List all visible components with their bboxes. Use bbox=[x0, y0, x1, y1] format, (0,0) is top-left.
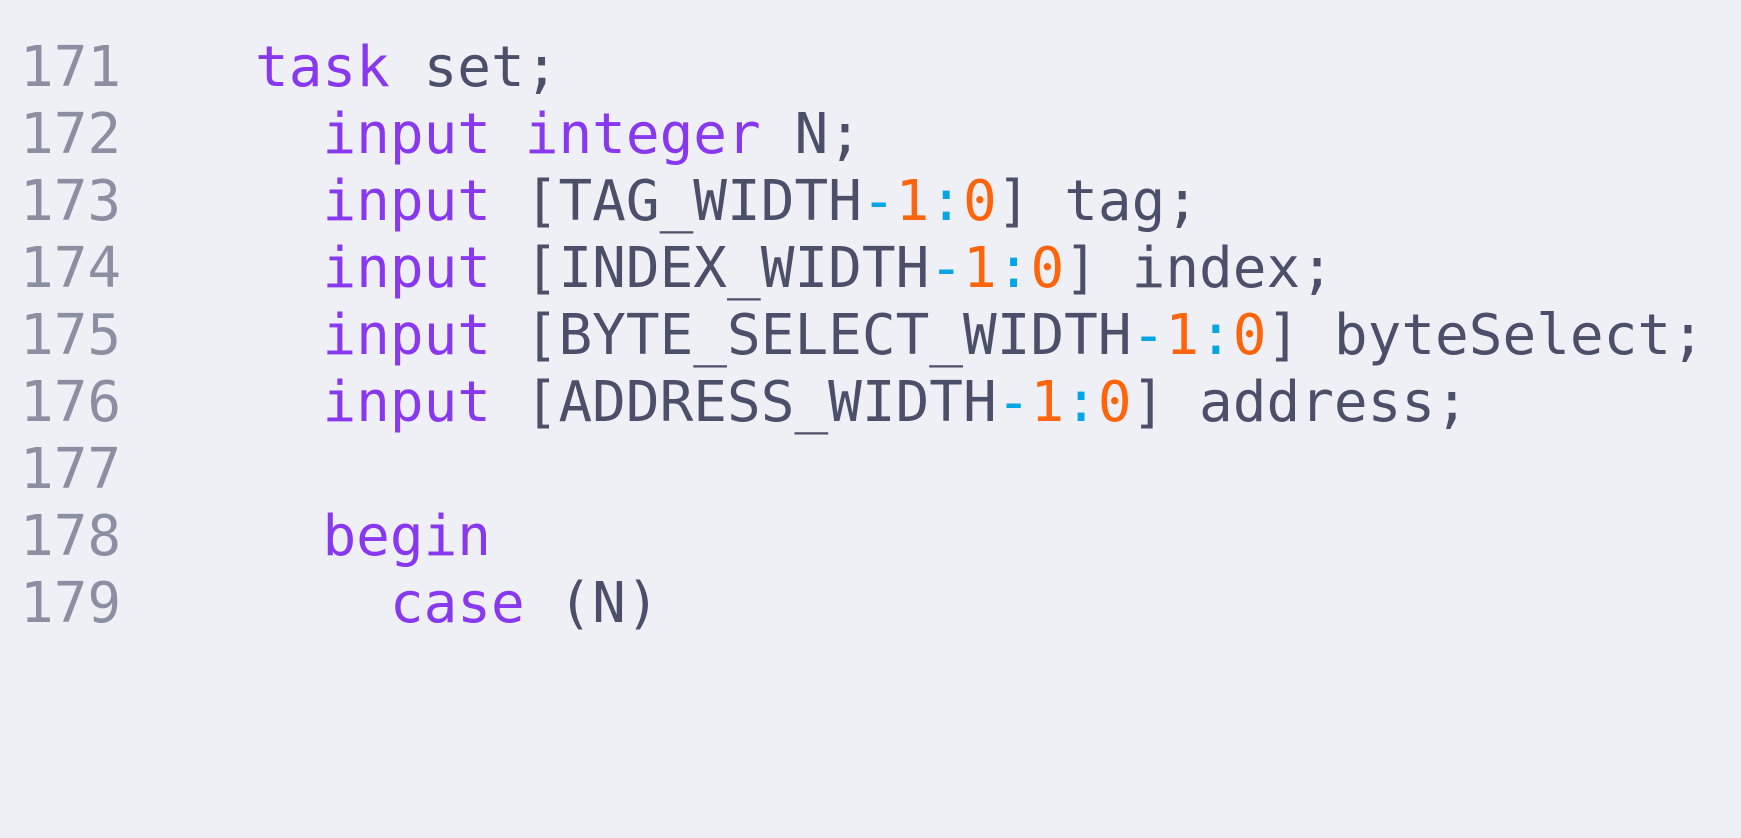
text-token: [BYTE_SELECT_WIDTH bbox=[491, 303, 1132, 368]
keyword-token: task bbox=[255, 35, 390, 100]
operator-token: : bbox=[929, 169, 964, 234]
text-token: ] tag; bbox=[996, 169, 1200, 234]
number-token: 1 bbox=[895, 169, 930, 234]
text-token: ] byteSelect; bbox=[1266, 303, 1705, 368]
line-number: 171 bbox=[20, 35, 122, 100]
keyword-token: input bbox=[322, 370, 492, 435]
number-token: 0 bbox=[1232, 303, 1267, 368]
indent-token bbox=[255, 169, 322, 234]
operator-token: : bbox=[996, 236, 1031, 301]
code-editor[interactable]: 171 task set; 172 input integer N; 173 i… bbox=[0, 0, 1741, 752]
line-number: 179 bbox=[20, 571, 122, 636]
line-number: 177 bbox=[20, 437, 122, 502]
code-line[interactable]: 171 task set; bbox=[0, 34, 558, 101]
indent-token bbox=[255, 236, 322, 301]
line-content[interactable]: input [BYTE_SELECT_WIDTH-1:0] byteSelect… bbox=[255, 302, 1705, 369]
keyword-token: input bbox=[322, 303, 492, 368]
text-token: ] address; bbox=[1131, 370, 1469, 435]
operator-token: - bbox=[929, 236, 964, 301]
number-token: 0 bbox=[963, 169, 997, 234]
text-token: N; bbox=[760, 102, 862, 167]
code-line[interactable]: 175 input [BYTE_SELECT_WIDTH-1:0] byteSe… bbox=[0, 302, 1705, 369]
text-token: ] index; bbox=[1064, 236, 1334, 301]
operator-token: : bbox=[1064, 370, 1098, 435]
keyword-token: case bbox=[389, 571, 525, 636]
text-token: [TAG_WIDTH bbox=[491, 169, 862, 234]
line-number: 173 bbox=[20, 169, 122, 234]
indent-token bbox=[255, 571, 390, 636]
number-token: 1 bbox=[1165, 303, 1200, 368]
keyword-token: input bbox=[322, 236, 492, 301]
number-token: 0 bbox=[1030, 236, 1065, 301]
text-token: [INDEX_WIDTH bbox=[491, 236, 930, 301]
operator-token: : bbox=[1199, 303, 1233, 368]
code-line[interactable]: 173 input [TAG_WIDTH-1:0] tag; bbox=[0, 168, 1199, 235]
indent-token bbox=[255, 102, 322, 167]
line-content[interactable]: input [TAG_WIDTH-1:0] tag; bbox=[255, 168, 1199, 235]
operator-token: - bbox=[861, 169, 896, 234]
text-token: (N) bbox=[524, 571, 660, 636]
code-line[interactable]: 174 input [INDEX_WIDTH-1:0] index; bbox=[0, 235, 1334, 302]
line-content[interactable]: input [INDEX_WIDTH-1:0] index; bbox=[255, 235, 1334, 302]
operator-token: - bbox=[1131, 303, 1166, 368]
keyword-token: begin bbox=[322, 504, 492, 569]
line-number: 174 bbox=[20, 236, 122, 301]
number-token: 1 bbox=[1030, 370, 1065, 435]
line-content[interactable]: begin bbox=[255, 503, 491, 570]
line-number: 172 bbox=[20, 102, 122, 167]
keyword-token: integer bbox=[524, 102, 761, 167]
line-content[interactable]: input [ADDRESS_WIDTH-1:0] address; bbox=[255, 369, 1469, 436]
number-token: 0 bbox=[1097, 370, 1132, 435]
number-token: 1 bbox=[963, 236, 997, 301]
code-line[interactable]: 177 bbox=[0, 436, 135, 503]
indent-token bbox=[255, 370, 322, 435]
code-line[interactable]: 178 begin bbox=[0, 503, 491, 570]
line-content[interactable]: case (N) bbox=[255, 570, 660, 637]
indent-token bbox=[255, 504, 322, 569]
keyword-token: input bbox=[322, 169, 492, 234]
operator-token: - bbox=[996, 370, 1031, 435]
code-line[interactable]: 176 input [ADDRESS_WIDTH-1:0] address; bbox=[0, 369, 1469, 436]
keyword-token: input bbox=[322, 102, 492, 167]
text-token: set; bbox=[389, 35, 559, 100]
line-number: 176 bbox=[20, 370, 122, 435]
text-token: [ADDRESS_WIDTH bbox=[491, 370, 997, 435]
indent-token bbox=[255, 303, 322, 368]
line-content[interactable]: task set; bbox=[255, 34, 558, 101]
line-content[interactable]: input integer N; bbox=[255, 101, 862, 168]
line-number: 175 bbox=[20, 303, 122, 368]
line-number: 178 bbox=[20, 504, 122, 569]
code-line[interactable]: 172 input integer N; bbox=[0, 101, 862, 168]
code-line[interactable]: 179 case (N) bbox=[0, 570, 660, 637]
